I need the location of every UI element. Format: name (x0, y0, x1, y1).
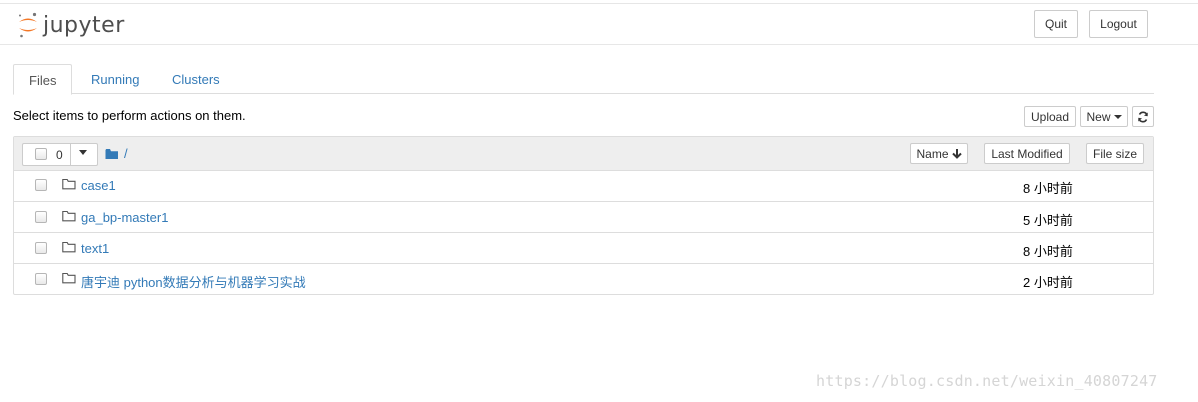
header-bar: jupyter Quit Logout (0, 4, 1198, 45)
file-list-header: 0 / Name Last Modified File size (14, 137, 1153, 171)
breadcrumb: / (105, 146, 128, 161)
item-modified-time: 2 小时前 (1023, 275, 1073, 290)
new-button-label: New (1086, 109, 1111, 124)
selector-divider (70, 144, 71, 165)
tab-clusters[interactable]: Clusters (157, 64, 235, 93)
list-item[interactable]: case1 8 小时前 (14, 170, 1153, 200)
watermark-text: https://blog.csdn.net/weixin_40807247 (816, 372, 1158, 390)
select-menu-caret-icon[interactable] (79, 150, 87, 155)
quit-button[interactable]: Quit (1034, 10, 1078, 38)
jupyter-logo-icon (19, 12, 37, 38)
item-modified-time: 8 小时前 (1023, 181, 1073, 196)
folder-solid-icon[interactable] (105, 148, 119, 160)
upload-button[interactable]: Upload (1024, 106, 1076, 127)
item-name-link[interactable]: text1 (81, 241, 109, 256)
folder-icon (62, 178, 76, 190)
item-modified-time: 8 小时前 (1023, 244, 1073, 259)
caret-down-icon (1113, 114, 1122, 119)
tab-files[interactable]: Files (13, 64, 73, 95)
folder-icon (62, 241, 76, 253)
folder-icon (62, 272, 76, 284)
new-dropdown-button[interactable]: New (1080, 106, 1128, 127)
selected-count: 0 (56, 148, 63, 162)
sort-last-modified-button[interactable]: Last Modified (984, 143, 1070, 164)
item-name-link[interactable]: 唐宇迪 python数据分析与机器学习实战 (81, 272, 306, 291)
jupyter-logo[interactable]: jupyter (17, 10, 125, 40)
item-checkbox[interactable] (35, 273, 47, 285)
item-name-link[interactable]: ga_bp-master1 (81, 210, 168, 225)
list-item[interactable]: text1 8 小时前 (14, 232, 1153, 263)
refresh-icon (1138, 111, 1148, 122)
refresh-button[interactable] (1132, 106, 1154, 127)
item-checkbox[interactable] (35, 179, 47, 191)
sort-file-size-button[interactable]: File size (1086, 143, 1144, 164)
item-modified-time: 5 小时前 (1023, 213, 1073, 228)
tab-bar: Files Running Clusters (13, 64, 1154, 95)
list-item[interactable]: 唐宇迪 python数据分析与机器学习实战 2 小时前 (14, 263, 1153, 294)
logo-wordmark: jupyter (43, 12, 125, 38)
sort-name-button[interactable]: Name (910, 143, 968, 164)
selection-hint: Select items to perform actions on them. (13, 108, 246, 123)
tab-running[interactable]: Running (76, 64, 154, 93)
logout-button[interactable]: Logout (1089, 10, 1148, 38)
select-all-checkbox[interactable] (35, 148, 47, 160)
item-checkbox[interactable] (35, 242, 47, 254)
select-all-control: 0 (22, 143, 98, 166)
folder-icon (62, 210, 76, 222)
arrow-down-icon (951, 149, 962, 159)
file-list: 0 / Name Last Modified File size case1 8… (13, 136, 1154, 295)
item-checkbox[interactable] (35, 211, 47, 223)
item-name-link[interactable]: case1 (81, 178, 116, 193)
breadcrumb-root[interactable]: / (124, 146, 128, 161)
sort-name-label: Name (916, 146, 949, 161)
list-item[interactable]: ga_bp-master1 5 小时前 (14, 201, 1153, 232)
